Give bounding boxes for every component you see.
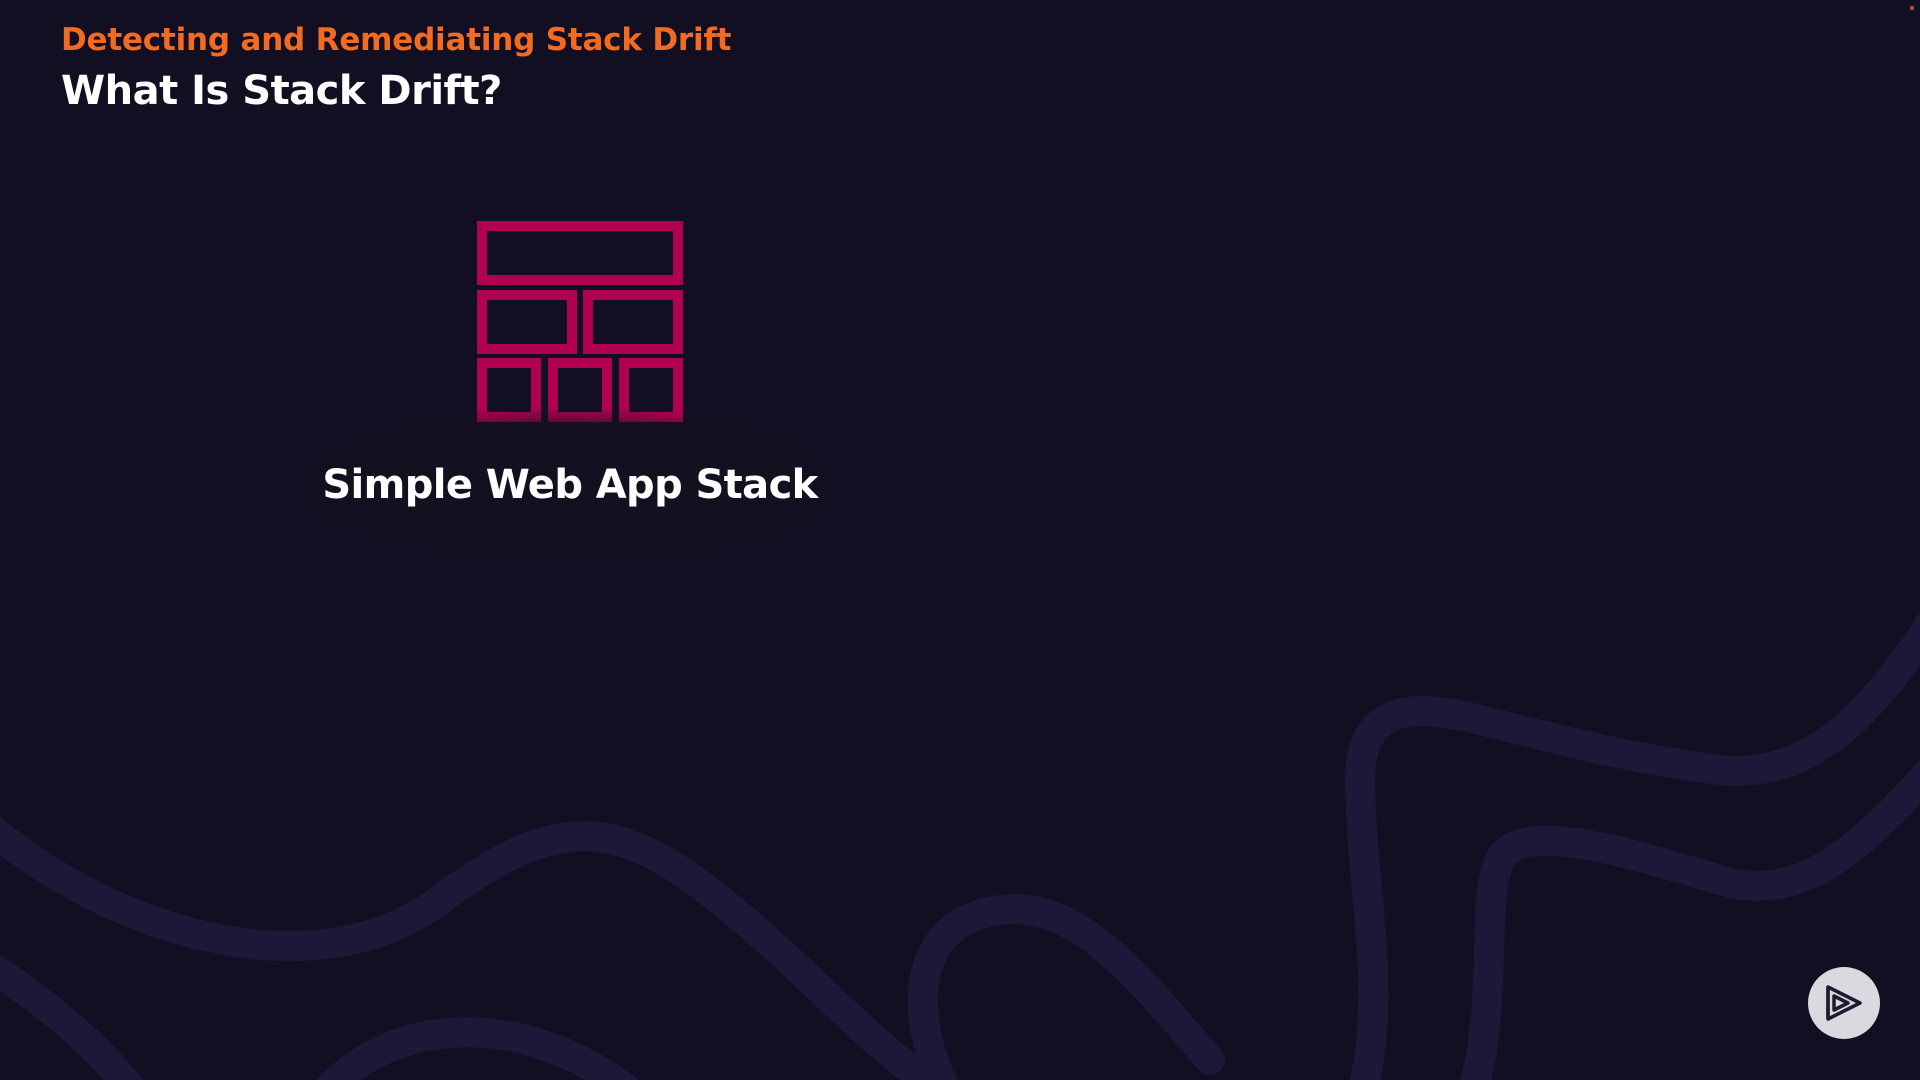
brick-stack-icon	[477, 221, 683, 422]
wave-line	[317, 1017, 639, 1080]
brick-middle-right	[583, 290, 683, 354]
brick-bottom-center	[548, 358, 612, 422]
brick-bottom-left	[477, 358, 541, 422]
player-logo-button[interactable]	[1808, 967, 1880, 1039]
background-waves	[0, 612, 1920, 1080]
brick-top	[477, 221, 683, 285]
brick-bottom-right	[619, 358, 683, 422]
play-logo-icon	[1826, 985, 1862, 1021]
wave-line	[0, 954, 144, 1080]
slide-title: What Is Stack Drift?	[61, 68, 502, 114]
slide: Detecting and Remediating Stack Drift Wh…	[0, 0, 1920, 1080]
stack-label: Simple Web App Stack	[322, 462, 818, 508]
course-title: Detecting and Remediating Stack Drift	[61, 22, 732, 58]
brick-middle-left	[477, 290, 577, 354]
wave-line	[907, 894, 1225, 1080]
corner-dot	[1910, 6, 1914, 10]
